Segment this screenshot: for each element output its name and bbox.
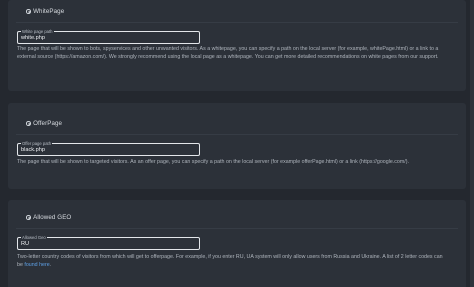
offerpage-path-field[interactable]: Offer page path [17, 141, 200, 156]
allowed-geo-input[interactable] [21, 241, 196, 248]
allowed-geo-help-suffix: . [49, 262, 52, 269]
whitepage-path-field[interactable]: White page path [17, 29, 200, 44]
whitepage-path-label: White page path [21, 29, 54, 34]
circle-check-icon [26, 121, 31, 126]
offerpage-card: OfferPage Offer page path The page that … [8, 103, 466, 189]
circle-check-icon [26, 215, 31, 220]
section-gap [0, 91, 474, 103]
settings-page: WhitePage White page path The page that … [0, 0, 474, 287]
circle-check-icon [26, 9, 31, 14]
allowed-geo-card: Allowed GEO Allowed Geo Two-letter count… [8, 200, 466, 287]
allowed-geo-field[interactable]: Allowed Geo [17, 235, 200, 250]
allowed-geo-divider [16, 228, 458, 229]
section-gap [0, 189, 474, 200]
offerpage-help-text: The page that will be shown to targeted … [17, 159, 409, 165]
whitepage-card: WhitePage White page path The page that … [8, 0, 466, 91]
allowed-geo-help-body: Two-letter country codes of visitors fro… [17, 254, 443, 269]
page-scrollbar[interactable] [470, 0, 474, 287]
whitepage-help-text: The page that will be shown to bots, spy… [17, 45, 439, 60]
whitepage-title: WhitePage [33, 8, 65, 15]
whitepage-divider [16, 22, 458, 23]
offerpage-divider [16, 134, 458, 135]
offerpage-path-label: Offer page path [21, 141, 53, 146]
offerpage-header: OfferPage [26, 120, 62, 127]
country-codes-link[interactable]: found here [24, 262, 49, 268]
offerpage-path-input[interactable] [21, 147, 196, 154]
allowed-geo-header: Allowed GEO [26, 214, 71, 221]
whitepage-header: WhitePage [26, 8, 64, 15]
allowed-geo-label: Allowed Geo [21, 235, 47, 240]
offerpage-title: OfferPage [33, 120, 63, 127]
allowed-geo-help-text: Two-letter country codes of visitors fro… [17, 253, 447, 269]
allowed-geo-title: Allowed GEO [33, 214, 72, 221]
whitepage-path-input[interactable] [21, 35, 196, 42]
